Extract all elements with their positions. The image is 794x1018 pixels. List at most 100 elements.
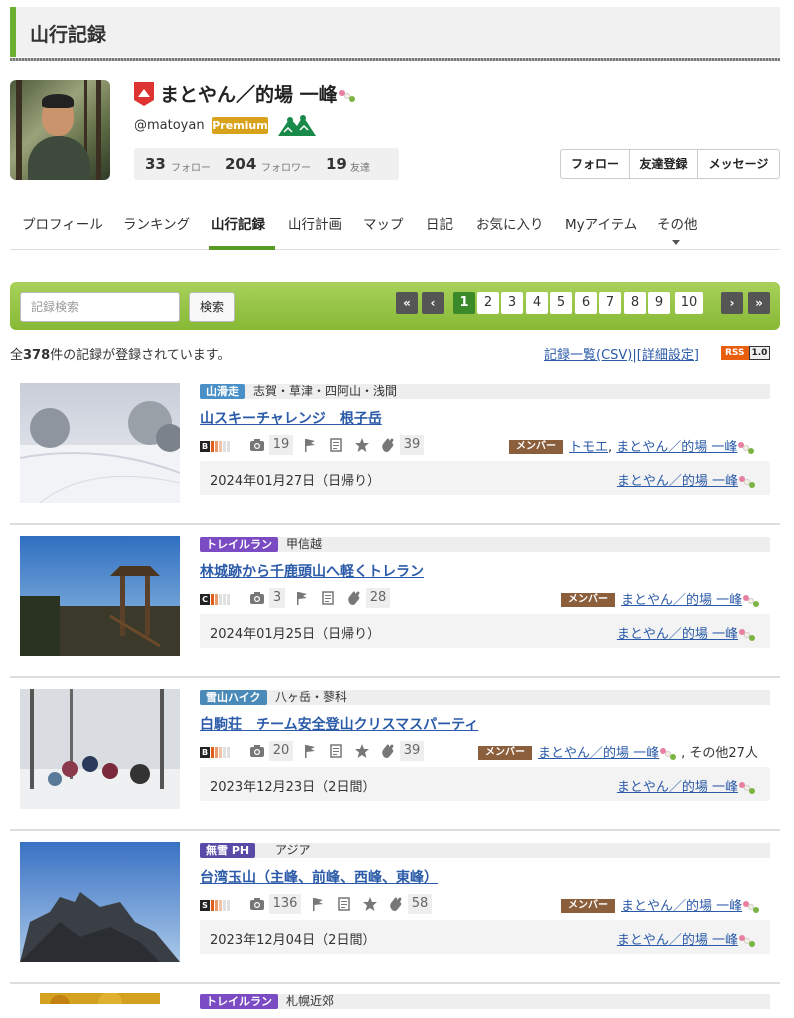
page-6[interactable]: 6: [575, 292, 597, 314]
flag-icon: [297, 592, 307, 605]
clap-count[interactable]: 28: [366, 588, 390, 608]
area-label[interactable]: アジア: [275, 843, 311, 858]
grade-indicator: B: [200, 440, 231, 452]
author-link[interactable]: まとやん／的場 一峰: [617, 929, 760, 948]
record-date-bar: 2024年01月25日（日帰り） まとやん／的場 一峰: [200, 614, 770, 648]
list-item: 山滑走 志賀・草津・四阿山・浅間 山スキーチャレンジ 根子岳 B 19 39 メンバー トモエ…: [10, 372, 780, 525]
member-link[interactable]: まとやん／的場 一峰: [621, 899, 742, 914]
message-button[interactable]: メッセージ: [698, 150, 779, 178]
add-friend-button[interactable]: 友達登録: [630, 150, 698, 178]
photo-count[interactable]: 3: [269, 588, 285, 608]
friend-count[interactable]: 19: [326, 155, 347, 173]
last-page-button[interactable]: »: [748, 292, 770, 314]
page-7[interactable]: 7: [599, 292, 621, 314]
page-1[interactable]: 1: [453, 292, 475, 314]
page-2[interactable]: 2: [477, 292, 499, 314]
dango-icon: [742, 900, 764, 914]
mountain-badge-icon: [134, 82, 154, 106]
dango-icon: [338, 89, 360, 103]
premium-badge: Premium: [212, 117, 268, 134]
search-input[interactable]: 記録検索: [20, 292, 180, 322]
tab-records[interactable]: 山行記録: [211, 213, 265, 233]
record-date-bar: 2023年12月04日（2日間） まとやん／的場 一峰: [200, 920, 770, 954]
record-thumbnail[interactable]: [20, 383, 180, 503]
member-badge: メンバー: [478, 746, 532, 760]
tab-ranking[interactable]: ランキング: [123, 213, 190, 233]
tab-plans[interactable]: 山行計画: [288, 213, 342, 233]
record-thumbnail[interactable]: [20, 842, 180, 962]
flag-icon: [313, 898, 323, 911]
next-page-button[interactable]: ›: [721, 292, 743, 314]
record-title[interactable]: 林城跡から千鹿頭山へ軽くトレラン: [200, 561, 424, 581]
record-thumbnail[interactable]: [40, 993, 160, 1004]
area-label[interactable]: 志賀・草津・四阿山・浅間: [253, 384, 397, 399]
member-link[interactable]: まとやん／的場 一峰: [621, 593, 742, 608]
follow-count[interactable]: 33: [145, 155, 166, 173]
search-button[interactable]: 検索: [189, 292, 235, 322]
category-badge[interactable]: 無雪 PH: [200, 843, 256, 858]
member-list: トモエ, まとやん／的場 一峰: [569, 436, 759, 455]
follow-button[interactable]: フォロー: [561, 150, 630, 178]
grade-indicator: C: [200, 593, 231, 605]
tab-diary[interactable]: 日記: [426, 213, 453, 233]
page-3[interactable]: 3: [501, 292, 523, 314]
record-date-bar: 2023年12月23日（2日間） まとやん／的場 一峰: [200, 767, 770, 801]
member-link[interactable]: まとやん／的場 一峰: [538, 746, 659, 761]
member-badge: メンバー: [561, 593, 615, 607]
csv-settings-link[interactable]: 記録一覧(CSV)|[詳細設定]: [544, 344, 699, 363]
note-icon: [330, 438, 342, 452]
avatar[interactable]: [10, 80, 110, 180]
clap-count[interactable]: 39: [400, 741, 424, 761]
record-thumbnail[interactable]: [20, 536, 180, 656]
page-4[interactable]: 4: [526, 292, 548, 314]
chevron-down-icon: [672, 240, 680, 245]
area-label[interactable]: 八ヶ岳・蓼科: [275, 690, 347, 705]
rss-link[interactable]: RSS 1.0: [721, 346, 771, 360]
first-page-button[interactable]: «: [396, 292, 418, 314]
page-8[interactable]: 8: [624, 292, 646, 314]
photo-count[interactable]: 20: [269, 741, 293, 761]
list-item: 雪山ハイク 八ヶ岳・蓼科 白駒荘 チーム安全登山クリスマスパーティ B 20 39 メンバー…: [10, 678, 780, 831]
category-badge[interactable]: トレイルラン: [200, 994, 278, 1009]
record-title[interactable]: 白駒荘 チーム安全登山クリスマスパーティ: [200, 714, 478, 734]
clap-count[interactable]: 39: [400, 435, 424, 455]
record-count: 全378件の記録が登録されています。: [10, 348, 231, 363]
note-icon: [338, 897, 350, 911]
tab-more[interactable]: その他: [657, 213, 698, 233]
record-date-bar: 2024年01月27日（日帰り） まとやん／的場 一峰: [200, 461, 770, 495]
member-link[interactable]: トモエ: [569, 440, 608, 455]
category-badge[interactable]: トレイルラン: [200, 537, 278, 552]
category-badge[interactable]: 山滑走: [200, 384, 245, 399]
photo-count[interactable]: 136: [269, 894, 301, 914]
flag-icon: [305, 439, 315, 452]
record-thumbnail[interactable]: [20, 689, 180, 809]
member-list: まとやん／的場 一峰: [621, 895, 764, 914]
member-link[interactable]: まとやん／的場 一峰: [616, 440, 737, 455]
tab-profile[interactable]: プロフィール: [22, 213, 103, 233]
area-label[interactable]: 甲信越: [286, 537, 322, 552]
tab-map[interactable]: マップ: [363, 213, 404, 233]
star-icon: [355, 744, 369, 758]
member-list: まとやん／的場 一峰: [621, 589, 764, 608]
author-link[interactable]: まとやん／的場 一峰: [617, 623, 760, 642]
tab-my-items[interactable]: Myアイテム: [565, 213, 637, 233]
page-9[interactable]: 9: [648, 292, 670, 314]
photo-count[interactable]: 19: [269, 435, 293, 455]
tab-favorites[interactable]: お気に入り: [476, 213, 544, 233]
page-10[interactable]: 10: [675, 292, 703, 314]
record-title[interactable]: 山スキーチャレンジ 根子岳: [200, 408, 382, 428]
area-label[interactable]: 札幌近郊: [286, 994, 334, 1009]
category-badge[interactable]: 雪山ハイク: [200, 690, 267, 705]
hikers-icon: [278, 115, 316, 136]
record-date: 2023年12月04日（2日間）: [210, 933, 376, 948]
grade-indicator: S: [200, 899, 231, 911]
prev-page-button[interactable]: ‹: [422, 292, 444, 314]
clap-count[interactable]: 58: [408, 894, 432, 914]
author-link[interactable]: まとやん／的場 一峰: [617, 470, 760, 489]
author-link[interactable]: まとやん／的場 一峰: [617, 776, 760, 795]
profile-nav: プロフィール ランキング 山行記録 山行計画 マップ 日記 お気に入り Myアイ…: [10, 200, 780, 250]
page-title: 山行記録: [30, 24, 107, 46]
follower-count[interactable]: 204: [225, 155, 256, 173]
record-title[interactable]: 台湾玉山（主峰、前峰、西峰、東峰）: [200, 867, 438, 887]
page-5[interactable]: 5: [550, 292, 572, 314]
